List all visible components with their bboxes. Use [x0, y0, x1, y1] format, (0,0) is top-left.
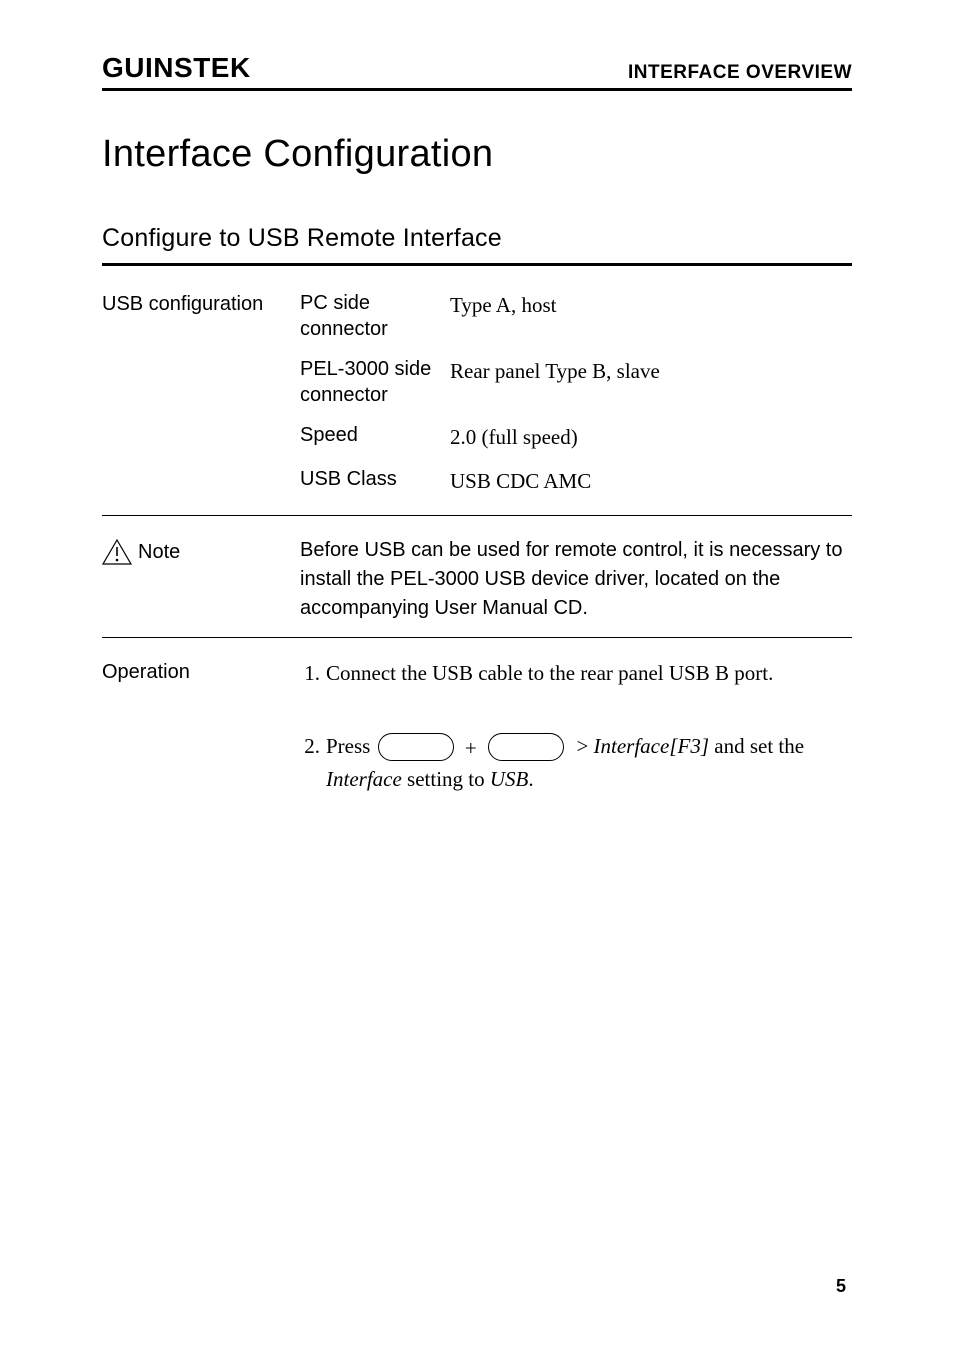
page-number: 5 [836, 1276, 846, 1297]
usb-config-label: USB configuration [102, 290, 300, 318]
page-title: Interface Configuration [102, 133, 852, 176]
operation-label: Operation [102, 658, 300, 686]
kv-key: PEL-3000 side connector [300, 356, 450, 408]
button-pill-icon [378, 733, 454, 761]
text-fragment: setting to [402, 767, 490, 791]
text-fragment: > [576, 734, 588, 758]
usb-config-block: USB configuration PC side connector Type… [102, 284, 852, 507]
interface-ref: Interface[F3] [594, 734, 709, 758]
note-block: Note Before USB can be used for remote c… [102, 530, 852, 629]
kv-val: 2.0 (full speed) [450, 422, 852, 452]
text-fragment: Press [326, 734, 370, 758]
step-text: Press + > Interface[F3] and set the Inte… [326, 731, 852, 795]
text-fragment: . [528, 767, 533, 791]
divider [102, 515, 852, 516]
list-item: 1. Connect the USB cable to the rear pan… [300, 658, 852, 690]
list-item: 2. Press + > Interface[F3] and set the I… [300, 731, 852, 795]
interface-word: Interface [326, 767, 402, 791]
step-text: Connect the USB cable to the rear panel … [326, 658, 852, 690]
note-label: Note [138, 538, 180, 566]
kv-key: USB Class [300, 466, 450, 492]
kv-key: PC side connector [300, 290, 450, 342]
note-body: Before USB can be used for remote contro… [300, 536, 852, 623]
page-header: GUINSTEK INTERFACE OVERVIEW [102, 52, 852, 91]
warning-icon [102, 539, 132, 565]
table-row: USB Class USB CDC AMC [300, 466, 852, 496]
usb-word: USB [490, 767, 529, 791]
header-section-label: INTERFACE OVERVIEW [628, 62, 852, 84]
text-fragment: and set the [709, 734, 804, 758]
table-row: PC side connector Type A, host [300, 290, 852, 342]
step-number: 1. [300, 658, 326, 688]
divider [102, 637, 852, 638]
usb-config-table: PC side connector Type A, host PEL-3000 … [300, 290, 852, 501]
step-number: 2. [300, 731, 326, 761]
kv-val: USB CDC AMC [450, 466, 852, 496]
table-row: PEL-3000 side connector Rear panel Type … [300, 356, 852, 408]
section-rule [102, 263, 852, 266]
kv-val: Type A, host [450, 290, 852, 320]
kv-val: Rear panel Type B, slave [450, 356, 852, 386]
button-pill-icon [488, 733, 564, 761]
brand-logo: GUINSTEK [102, 52, 251, 84]
operation-block: Operation 1. Connect the USB cable to th… [102, 652, 852, 844]
section-heading: Configure to USB Remote Interface [102, 224, 852, 253]
operation-steps: 1. Connect the USB cable to the rear pan… [300, 658, 852, 838]
table-row: Speed 2.0 (full speed) [300, 422, 852, 452]
plus-sign: + [465, 736, 477, 760]
kv-key: Speed [300, 422, 450, 448]
